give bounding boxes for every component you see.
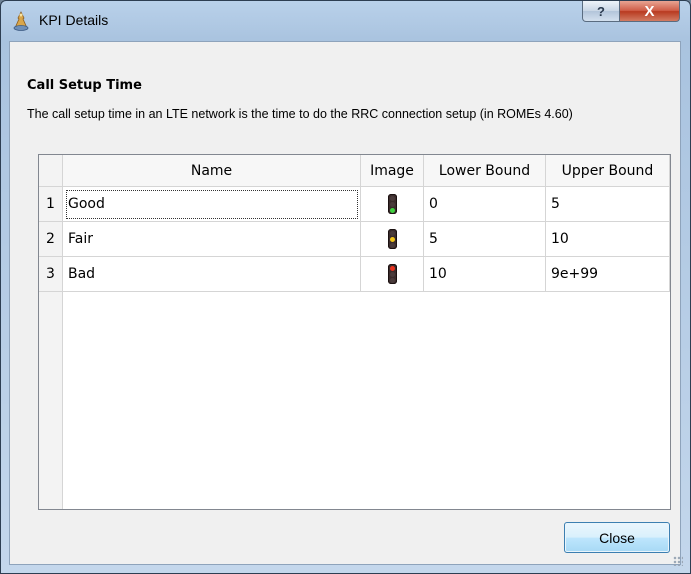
cell-name[interactable]: Fair [63, 222, 361, 257]
close-button[interactable]: Close [564, 522, 670, 553]
kpi-details-dialog: KPI Details ? X Call Setup Time The call… [0, 0, 691, 574]
column-header-upper-bound[interactable]: Upper Bound [546, 155, 670, 187]
cell-image[interactable] [361, 187, 424, 222]
cell-name[interactable]: Bad [63, 257, 361, 292]
red-lamp [389, 230, 395, 236]
title-bar[interactable]: KPI Details ? X [1, 1, 690, 41]
red-lamp [389, 195, 395, 201]
close-icon: X [644, 2, 655, 20]
cell-image[interactable] [361, 257, 424, 292]
yellow-lamp [389, 236, 395, 242]
kpi-name-heading: Call Setup Time [27, 78, 142, 93]
green-lamp [389, 242, 395, 248]
row-header[interactable]: 3 [39, 257, 63, 292]
cell-upper-bound[interactable]: 9e+99 [546, 257, 670, 292]
cell-lower-bound[interactable]: 5 [424, 222, 546, 257]
cell-upper-bound[interactable]: 10 [546, 222, 670, 257]
table-corner[interactable] [39, 155, 63, 187]
help-button[interactable]: ? [582, 1, 620, 22]
red-lamp [389, 265, 395, 271]
traffic-light-green-icon [387, 194, 397, 214]
window-close-button[interactable]: X [619, 1, 680, 22]
column-header-image[interactable]: Image [361, 155, 424, 187]
green-lamp [389, 207, 395, 213]
cell-lower-bound[interactable]: 0 [424, 187, 546, 222]
yellow-lamp [389, 271, 395, 277]
traffic-light-red-icon [387, 264, 397, 284]
window-title: KPI Details [39, 12, 109, 28]
column-header-name[interactable]: Name [63, 155, 361, 187]
help-icon: ? [597, 3, 605, 19]
thresholds-table[interactable]: Name Image Lower Bound Upper Bound 1 Goo… [38, 154, 671, 510]
cell-name[interactable]: Good [63, 187, 361, 222]
app-icon [13, 11, 29, 31]
resize-grip[interactable] [673, 556, 683, 566]
traffic-light-yellow-icon [387, 229, 397, 249]
cell-lower-bound[interactable]: 10 [424, 257, 546, 292]
cell-upper-bound[interactable]: 5 [546, 187, 670, 222]
row-header[interactable]: 2 [39, 222, 63, 257]
yellow-lamp [389, 201, 395, 207]
green-lamp [389, 277, 395, 283]
cell-image[interactable] [361, 222, 424, 257]
kpi-description: The call setup time in an LTE network is… [27, 107, 573, 121]
column-header-lower-bound[interactable]: Lower Bound [424, 155, 546, 187]
row-header[interactable]: 1 [39, 187, 63, 222]
